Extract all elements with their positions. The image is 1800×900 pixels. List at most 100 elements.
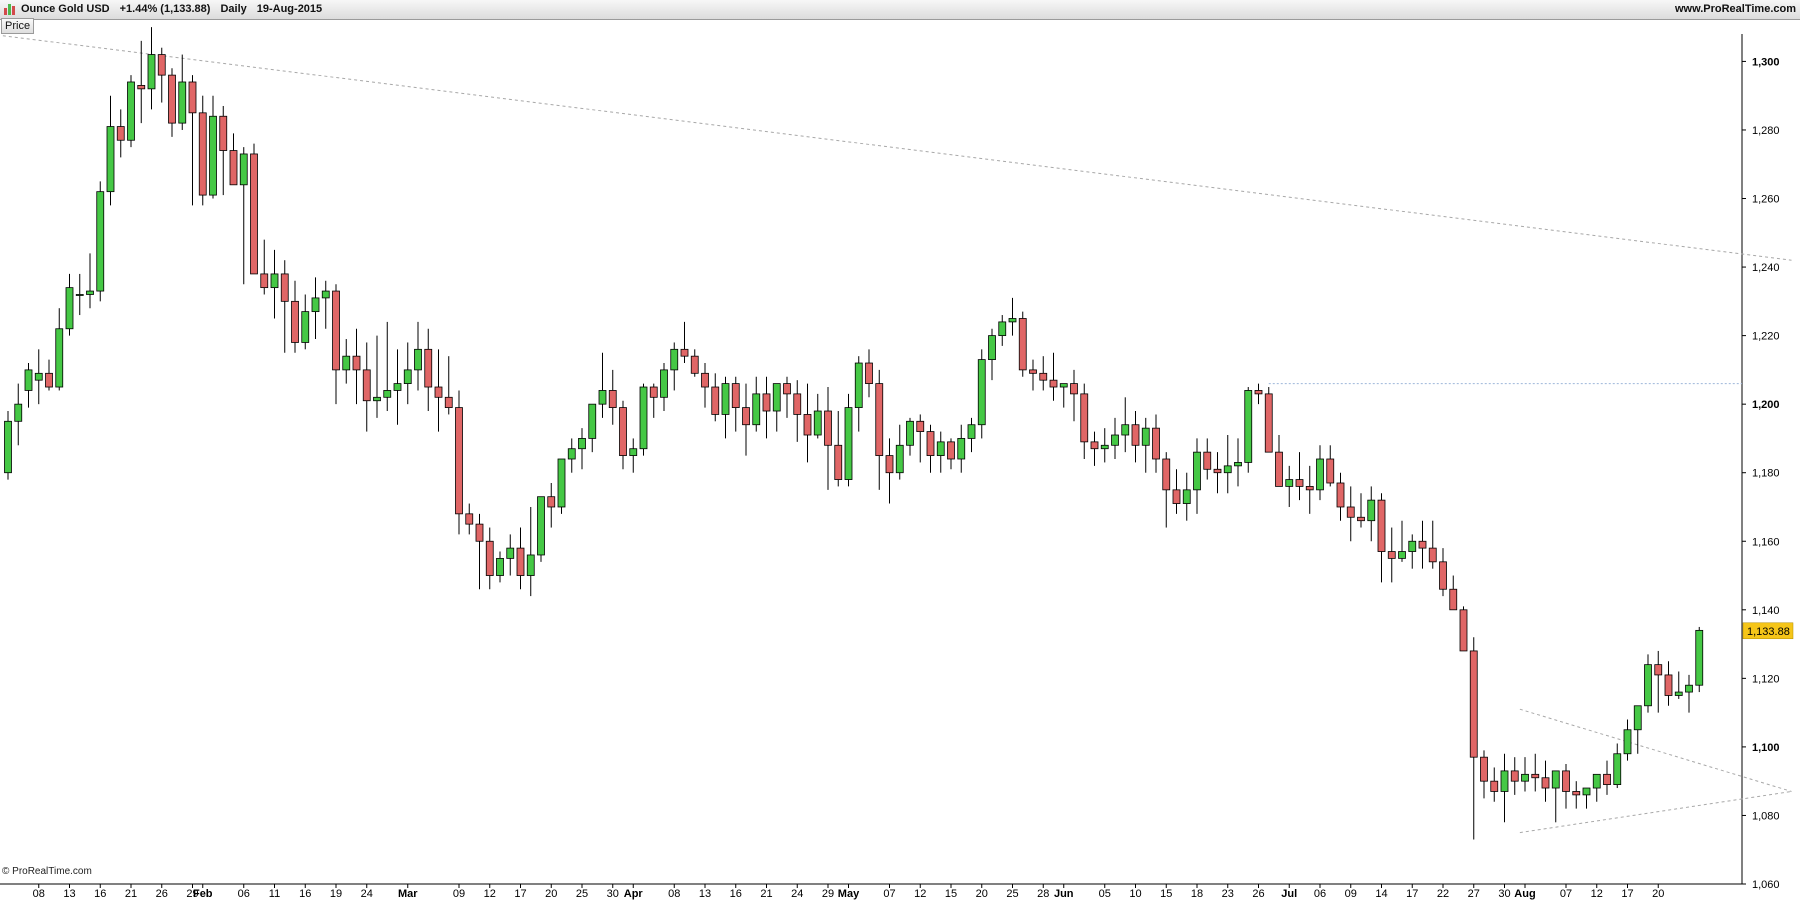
candle	[444, 356, 453, 415]
chart-header: Ounce Gold USD +1.44% (1,133.88) Daily 1…	[0, 0, 1800, 20]
candle	[567, 438, 576, 473]
candle-body	[403, 369, 412, 384]
candle	[239, 147, 248, 285]
x-tick-label: 26	[156, 888, 168, 900]
candle	[1152, 414, 1160, 473]
candle-body	[137, 85, 146, 90]
candle	[936, 431, 945, 473]
candle-body	[465, 513, 474, 525]
candle	[96, 181, 105, 302]
candle	[588, 403, 597, 453]
candle-body	[783, 383, 791, 395]
candle-body	[1387, 551, 1396, 559]
candle	[24, 363, 33, 408]
candle	[198, 95, 207, 206]
x-tick-label: 13	[63, 888, 75, 900]
candle-body	[157, 54, 166, 76]
x-tick-label: 23	[1222, 888, 1234, 900]
candle	[690, 349, 699, 377]
candle-body	[957, 438, 966, 460]
candle-body	[588, 403, 597, 439]
candle-body	[414, 348, 422, 371]
candle-body	[1541, 777, 1550, 789]
candle	[1100, 428, 1109, 463]
candle-body	[1244, 390, 1253, 463]
candle	[731, 376, 740, 432]
candle-body	[1131, 424, 1140, 446]
candle	[1008, 297, 1017, 336]
candle	[680, 321, 689, 364]
candle-body	[362, 369, 371, 402]
candle-body	[1018, 318, 1027, 371]
candle-body	[690, 355, 699, 374]
candle	[209, 95, 217, 199]
candle-body	[1357, 516, 1365, 522]
candle	[1613, 743, 1622, 789]
candle-body	[1203, 451, 1212, 470]
candle	[711, 373, 720, 422]
candle-body	[1049, 379, 1058, 388]
candle	[1182, 472, 1191, 521]
x-tick-label: 28	[1037, 888, 1049, 900]
x-tick-label: 07	[883, 888, 895, 900]
x-tick-label: 12	[1591, 888, 1603, 900]
tab-price[interactable]: Price	[1, 18, 35, 34]
candle	[598, 352, 607, 418]
x-tick-label: 05	[1099, 888, 1111, 900]
candle-body	[1521, 773, 1529, 782]
candle-body	[342, 355, 351, 371]
candle	[1521, 757, 1529, 792]
candle-body	[1418, 540, 1427, 549]
candle-body	[1439, 561, 1447, 590]
candle	[1254, 383, 1263, 405]
x-tick-label: 16	[299, 888, 311, 900]
candle	[1203, 438, 1212, 480]
candle	[1531, 753, 1540, 792]
candle-body	[1234, 462, 1242, 467]
candle	[916, 414, 925, 463]
candle	[137, 40, 146, 124]
candle	[1695, 626, 1704, 693]
price-chart[interactable]: 1,060 1,080 1,100 1,120 1,140 1,160 1,180 1,200…	[0, 0, 1800, 900]
candle-body	[1674, 691, 1683, 696]
candle	[1644, 654, 1652, 713]
candle	[1357, 493, 1365, 528]
candle-body	[865, 362, 873, 384]
candle	[1264, 387, 1273, 453]
candle	[1510, 757, 1519, 795]
candle-body	[608, 390, 617, 408]
x-tick-label: 17	[1621, 888, 1633, 900]
candle	[188, 75, 197, 206]
current-price-label: 1,133.88	[1747, 626, 1790, 638]
candle	[311, 277, 320, 340]
candle-body	[1326, 458, 1335, 484]
candle-body	[1551, 770, 1560, 789]
candle-body	[1111, 434, 1119, 446]
candle-body	[1367, 499, 1376, 522]
candle-body	[168, 74, 176, 124]
candle	[301, 294, 310, 350]
site-url[interactable]: www.ProRealTime.com	[1675, 3, 1796, 15]
x-tick-label: Apr	[624, 888, 644, 900]
x-tick-label: 14	[1375, 888, 1387, 900]
candle	[1377, 493, 1386, 583]
candle-body	[1070, 383, 1078, 395]
candle-body	[1254, 390, 1263, 395]
candle	[1551, 770, 1560, 823]
candle	[557, 458, 566, 514]
candle	[885, 438, 894, 504]
candle-body	[619, 407, 627, 456]
candle-body	[967, 424, 976, 439]
candle-body	[711, 386, 720, 415]
candle	[147, 27, 156, 110]
candle-body	[803, 414, 812, 436]
candle-body	[239, 153, 248, 186]
candle	[1654, 650, 1663, 713]
candle-body	[813, 410, 822, 436]
candle-body	[1008, 318, 1017, 323]
candle	[373, 335, 381, 418]
x-tick-label: 16	[730, 888, 742, 900]
candle	[526, 506, 535, 597]
candle	[1428, 520, 1437, 569]
x-tick-label: 26	[1252, 888, 1264, 900]
